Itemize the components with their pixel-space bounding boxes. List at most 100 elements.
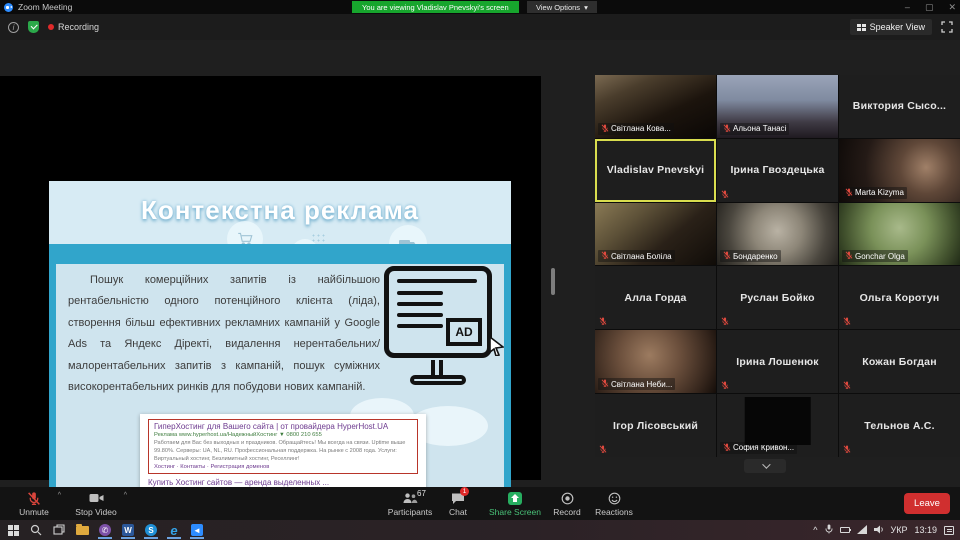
participant-tile[interactable]: Бондаренко <box>717 203 838 266</box>
minimize-button[interactable]: – <box>905 3 910 12</box>
meeting-info-icon[interactable]: i <box>8 22 19 33</box>
stop-video-button[interactable]: ^ Stop Video <box>66 487 126 520</box>
unmute-label: Unmute <box>19 507 49 517</box>
windows-taskbar: ✆ W S e ◄ ^ УКР 13:19 <box>0 520 960 540</box>
start-button[interactable] <box>6 522 20 538</box>
muted-mic-icon <box>599 445 607 453</box>
slide-body-text: Пошук комерційних запитів із найбільшою … <box>68 270 380 399</box>
ad-monitor-illustration: AD <box>384 264 502 414</box>
participant-name: Світлана Боліла <box>611 252 672 261</box>
task-view-icon[interactable] <box>52 522 66 538</box>
participant-tile[interactable]: Виктория Сысо... <box>839 75 960 138</box>
participant-tile[interactable]: Ігор Лісовський <box>595 394 716 457</box>
speaker-view-button[interactable]: Speaker View <box>850 19 932 35</box>
participant-tile[interactable]: Світлана Боліла <box>595 203 716 266</box>
slide-stripe <box>49 244 511 264</box>
participant-name: София Кривон... <box>733 443 794 452</box>
chat-unread-badge: 1 <box>460 487 469 496</box>
muted-mic-icon <box>601 124 609 134</box>
participant-name: Marta Kizyma <box>855 188 904 197</box>
participant-tile[interactable]: Ірина Гвоздецька <box>717 139 838 202</box>
tray-mic-icon[interactable] <box>825 524 833 536</box>
action-center-icon[interactable] <box>944 526 954 535</box>
unmute-options-caret[interactable]: ^ <box>58 492 61 499</box>
gallery-scroll-down-button[interactable] <box>744 459 786 473</box>
share-screen-icon <box>508 492 522 505</box>
muted-mic-icon <box>601 379 609 389</box>
participant-tile[interactable]: Vladislav Pnevskyi <box>595 139 716 202</box>
slide-title: Контекстна реклама <box>49 195 511 226</box>
search-icon[interactable] <box>29 522 43 538</box>
serp-result-links: Хостинг · Контакты · Регистрация доменов <box>154 464 412 470</box>
fullscreen-icon[interactable] <box>941 20 953 38</box>
volume-icon[interactable] <box>874 525 884 536</box>
language-indicator[interactable]: УКР <box>891 525 908 535</box>
muted-mic-icon <box>843 445 851 453</box>
participants-button[interactable]: 67 Participants <box>382 487 438 520</box>
clock[interactable]: 13:19 <box>914 525 937 535</box>
meeting-toolbar: ^ Unmute ^ Stop Video 67 <box>0 487 960 520</box>
network-icon[interactable] <box>857 525 867 536</box>
muted-mic-icon <box>599 317 607 325</box>
gallery-grid-icon <box>857 24 866 31</box>
muted-mic-icon <box>845 188 853 198</box>
unmute-button[interactable]: ^ Unmute <box>8 487 60 520</box>
window-title: Zoom Meeting <box>18 2 72 12</box>
participant-tile[interactable]: Кожан Богдан <box>839 330 960 393</box>
reactions-button[interactable]: Reactions <box>590 487 638 520</box>
participant-tile[interactable]: Руслан Бойко <box>717 266 838 329</box>
muted-mic-icon <box>601 251 609 261</box>
serp-result-title: ГиперХостинг для Вашего сайта | от прова… <box>154 422 412 431</box>
meeting-topbar: i Recording Speaker View <box>0 14 960 40</box>
participants-count-badge: 67 <box>417 489 426 498</box>
serp-result-highlighted: ГиперХостинг для Вашего сайта | от прова… <box>148 419 418 474</box>
share-screen-button[interactable]: Share Screen <box>484 487 546 520</box>
viber-icon[interactable]: ✆ <box>98 522 112 538</box>
participant-tile[interactable]: Світлана Кова... <box>595 75 716 138</box>
muted-mic-icon <box>845 251 853 261</box>
view-options-button[interactable]: View Options ▾ <box>527 1 597 13</box>
serp-result-title: Купить Хостинг сайтов — аренда выделенны… <box>148 478 418 487</box>
muted-mic-icon <box>723 124 731 134</box>
record-button[interactable]: Record <box>546 487 588 520</box>
video-options-caret[interactable]: ^ <box>124 492 127 499</box>
participant-tile[interactable]: Світлана Неби... <box>595 330 716 393</box>
participant-tile[interactable]: София Кривон... <box>717 394 838 457</box>
participant-name: Кожан Богдан <box>839 330 960 393</box>
tray-chevron-up-icon[interactable]: ^ <box>813 525 817 535</box>
participant-tile[interactable]: Альона Танасі <box>717 75 838 138</box>
chevron-down-icon: ▾ <box>584 3 588 12</box>
file-explorer-icon[interactable] <box>75 522 89 538</box>
recording-dot-icon <box>48 24 54 30</box>
panel-resize-handle[interactable] <box>551 268 555 295</box>
participant-tile[interactable]: Gonchar Olga <box>839 203 960 266</box>
chat-button[interactable]: 1 Chat <box>440 487 476 520</box>
participant-name: Бондаренко <box>733 252 778 261</box>
maximize-button[interactable]: ▢ <box>925 3 934 12</box>
participant-tile[interactable]: Marta Kizyma <box>839 139 960 202</box>
skype-icon[interactable]: S <box>144 522 158 538</box>
participants-gallery: Світлана Кова... Альона Танасі Виктория Сы… <box>595 75 960 457</box>
participant-name: Руслан Бойко <box>717 266 838 329</box>
serp-result-desc: Работаем для Вас без выходных и праздник… <box>154 439 412 463</box>
edge-icon[interactable]: e <box>167 522 181 538</box>
participant-tile[interactable]: Алла Горда <box>595 266 716 329</box>
security-shield-icon[interactable] <box>28 21 39 33</box>
close-button[interactable]: ✕ <box>948 3 956 12</box>
participant-tile[interactable]: Ольга Коротун <box>839 266 960 329</box>
participant-name: Ірина Лошенюк <box>717 330 838 393</box>
participant-name-label: Світлана Кова... <box>598 123 674 135</box>
word-icon[interactable]: W <box>121 522 135 538</box>
leave-button[interactable]: Leave <box>904 493 950 514</box>
participant-tile[interactable]: Ірина Лошенюк <box>717 330 838 393</box>
stop-video-label: Stop Video <box>75 507 116 517</box>
participant-name-label: Marta Kizyma <box>842 187 907 199</box>
recording-indicator: Recording <box>48 22 99 32</box>
serp-result-url: Реклама www.hyperhost.ua/НадежныйХостинг… <box>154 432 412 438</box>
record-icon <box>561 491 574 506</box>
zoom-app-icon[interactable]: ◄ <box>190 522 204 538</box>
participant-name: Альона Танасі <box>733 124 786 133</box>
shared-screen-area: Контекстна реклама <box>0 76 541 480</box>
battery-icon[interactable] <box>840 527 850 533</box>
participant-tile[interactable]: Тельнов А.С. <box>839 394 960 457</box>
